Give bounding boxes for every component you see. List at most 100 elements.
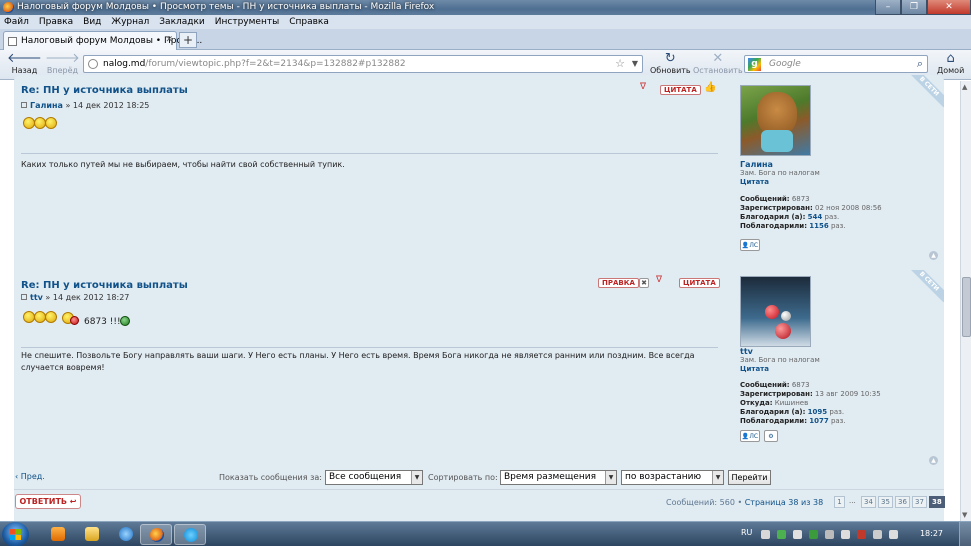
scrollbar-thumb[interactable]: [962, 277, 971, 337]
page-link[interactable]: 34: [861, 496, 876, 508]
messages-label: Сообщений:: [740, 195, 790, 203]
page-link[interactable]: 35: [878, 496, 893, 508]
thanks-value[interactable]: 1156: [809, 222, 828, 230]
back-to-top-icon[interactable]: ▲: [929, 456, 938, 465]
avatar[interactable]: [740, 276, 811, 347]
menu-tools[interactable]: Инструменты: [215, 15, 279, 29]
page-current[interactable]: 38: [929, 496, 945, 508]
url-bar[interactable]: nalog.md/forum/viewtopic.php?f=2&t=2134&…: [83, 55, 643, 73]
reload-button[interactable]: ↻ Обновить: [650, 51, 691, 75]
site-identity-icon[interactable]: [88, 59, 98, 69]
page-scrollbar[interactable]: ▲ ▼: [960, 81, 971, 521]
tray-icon[interactable]: [761, 530, 770, 539]
maximize-icon[interactable]: ❐: [901, 0, 927, 15]
volume-icon[interactable]: [889, 530, 898, 539]
menu-view[interactable]: Вид: [83, 15, 101, 29]
profile-name[interactable]: ttv: [740, 347, 753, 356]
profile-cit[interactable]: Цитата: [740, 178, 769, 186]
avatar[interactable]: [740, 85, 811, 156]
tray-icon[interactable]: [809, 530, 818, 539]
page-link[interactable]: 1: [834, 496, 845, 508]
thanked-value[interactable]: 544: [808, 213, 823, 221]
pm-button[interactable]: 👤ЛС: [740, 430, 760, 442]
home-button[interactable]: ⌂ Домой: [937, 51, 964, 75]
reload-label: Обновить: [650, 66, 691, 75]
scroll-up-icon[interactable]: ▲: [962, 83, 967, 91]
post-title[interactable]: Re: ПН у источника выплаты: [21, 85, 188, 96]
profile-name[interactable]: Галина: [740, 160, 773, 169]
tab-forum[interactable]: Налоговый форум Молдовы • Просм... ✕: [3, 31, 202, 50]
thanks-icon[interactable]: 👍: [704, 82, 716, 93]
order-select[interactable]: по возрастанию ▼: [621, 470, 724, 485]
tray-icon[interactable]: [825, 530, 834, 539]
registered-value: 02 ноя 2008 08:56: [814, 204, 882, 212]
search-icon[interactable]: ⌕: [917, 57, 923, 71]
tray-icon[interactable]: [841, 530, 850, 539]
home-icon: ⌂: [946, 51, 955, 66]
back-label: Назад: [11, 66, 38, 75]
start-button[interactable]: [2, 522, 29, 546]
profile-cit[interactable]: Цитата: [740, 365, 769, 373]
show-desktop-button[interactable]: [959, 522, 971, 546]
menu-edit[interactable]: Правка: [39, 15, 73, 29]
tab-close-icon[interactable]: ✕: [165, 35, 173, 45]
from-label: Откуда:: [740, 399, 773, 407]
taskbar-firefox[interactable]: [140, 524, 172, 545]
delete-icon[interactable]: ✖: [639, 278, 649, 288]
search-box[interactable]: g Google ⌕: [744, 55, 928, 73]
taskbar-ie[interactable]: [110, 524, 142, 545]
go-button[interactable]: Перейти: [728, 470, 771, 485]
thanked-value[interactable]: 1095: [808, 408, 827, 416]
sort-select[interactable]: Время размещения ▼: [500, 470, 617, 485]
post-author[interactable]: Галина: [30, 101, 63, 110]
taskbar-media-player[interactable]: [42, 524, 74, 545]
language-indicator[interactable]: RU: [741, 528, 752, 537]
tray-icon[interactable]: [777, 530, 786, 539]
forward-button[interactable]: 🡒 Вперёд: [45, 51, 80, 75]
back-to-top-icon[interactable]: ▲: [929, 251, 938, 260]
url-host: nalog.md: [103, 59, 146, 69]
url-text[interactable]: nalog.md/forum/viewtopic.php?f=2&t=2134&…: [103, 59, 406, 69]
new-tab-button[interactable]: +: [179, 32, 197, 48]
back-button[interactable]: 🡐 Назад: [7, 51, 42, 75]
url-dropdown-icon[interactable]: ▼: [632, 59, 638, 68]
menu-file[interactable]: Файл: [4, 15, 29, 29]
post-author[interactable]: ttv: [30, 293, 43, 302]
menu-history[interactable]: Журнал: [111, 15, 149, 29]
bookmark-star-icon[interactable]: ☆: [615, 57, 625, 70]
post-title[interactable]: Re: ПН у источника выплаты: [21, 280, 188, 291]
menu-bookmarks[interactable]: Закладки: [159, 15, 205, 29]
forward-label: Вперёд: [46, 66, 79, 75]
messages-label: Сообщений:: [740, 381, 790, 389]
page-link[interactable]: 36: [895, 496, 910, 508]
search-input[interactable]: Google: [769, 59, 801, 69]
pm-button[interactable]: 👤ЛС: [740, 239, 760, 251]
contact-icon[interactable]: ⚙: [764, 430, 778, 442]
tray-icon[interactable]: [793, 530, 802, 539]
network-icon[interactable]: [873, 530, 882, 539]
thanks-value[interactable]: 1077: [809, 417, 828, 425]
prev-topic-link[interactable]: ‹ Пред.: [15, 472, 45, 481]
page-of[interactable]: Страница 38 из 38: [745, 498, 823, 507]
close-icon[interactable]: ✕: [927, 0, 971, 15]
report-icon[interactable]: ∇: [638, 83, 648, 93]
menu-help[interactable]: Справка: [289, 15, 329, 29]
taskbar-skype[interactable]: [174, 524, 206, 545]
avatar-ornament: [781, 311, 791, 321]
edit-button[interactable]: ПРАВКА: [598, 278, 639, 288]
chevron-down-icon: ▼: [411, 471, 422, 484]
taskbar-explorer[interactable]: [76, 524, 108, 545]
page-link[interactable]: 37: [912, 496, 927, 508]
quote-button[interactable]: ЦИТАТА: [660, 85, 701, 95]
firefox-icon: [3, 2, 14, 13]
reply-button[interactable]: ОТВЕТИТЬ ↩: [15, 494, 81, 509]
show-posts-select[interactable]: Все сообщения ▼: [325, 470, 423, 485]
quote-button[interactable]: ЦИТАТА: [679, 278, 720, 288]
google-icon[interactable]: g: [748, 58, 761, 71]
stop-button[interactable]: ✕ Остановить: [693, 51, 743, 75]
report-icon[interactable]: ∇: [654, 276, 664, 286]
minimize-icon[interactable]: –: [875, 0, 901, 15]
scroll-down-icon[interactable]: ▼: [962, 511, 967, 519]
tray-icon[interactable]: [857, 530, 866, 539]
clock[interactable]: 18:27: [920, 529, 943, 538]
